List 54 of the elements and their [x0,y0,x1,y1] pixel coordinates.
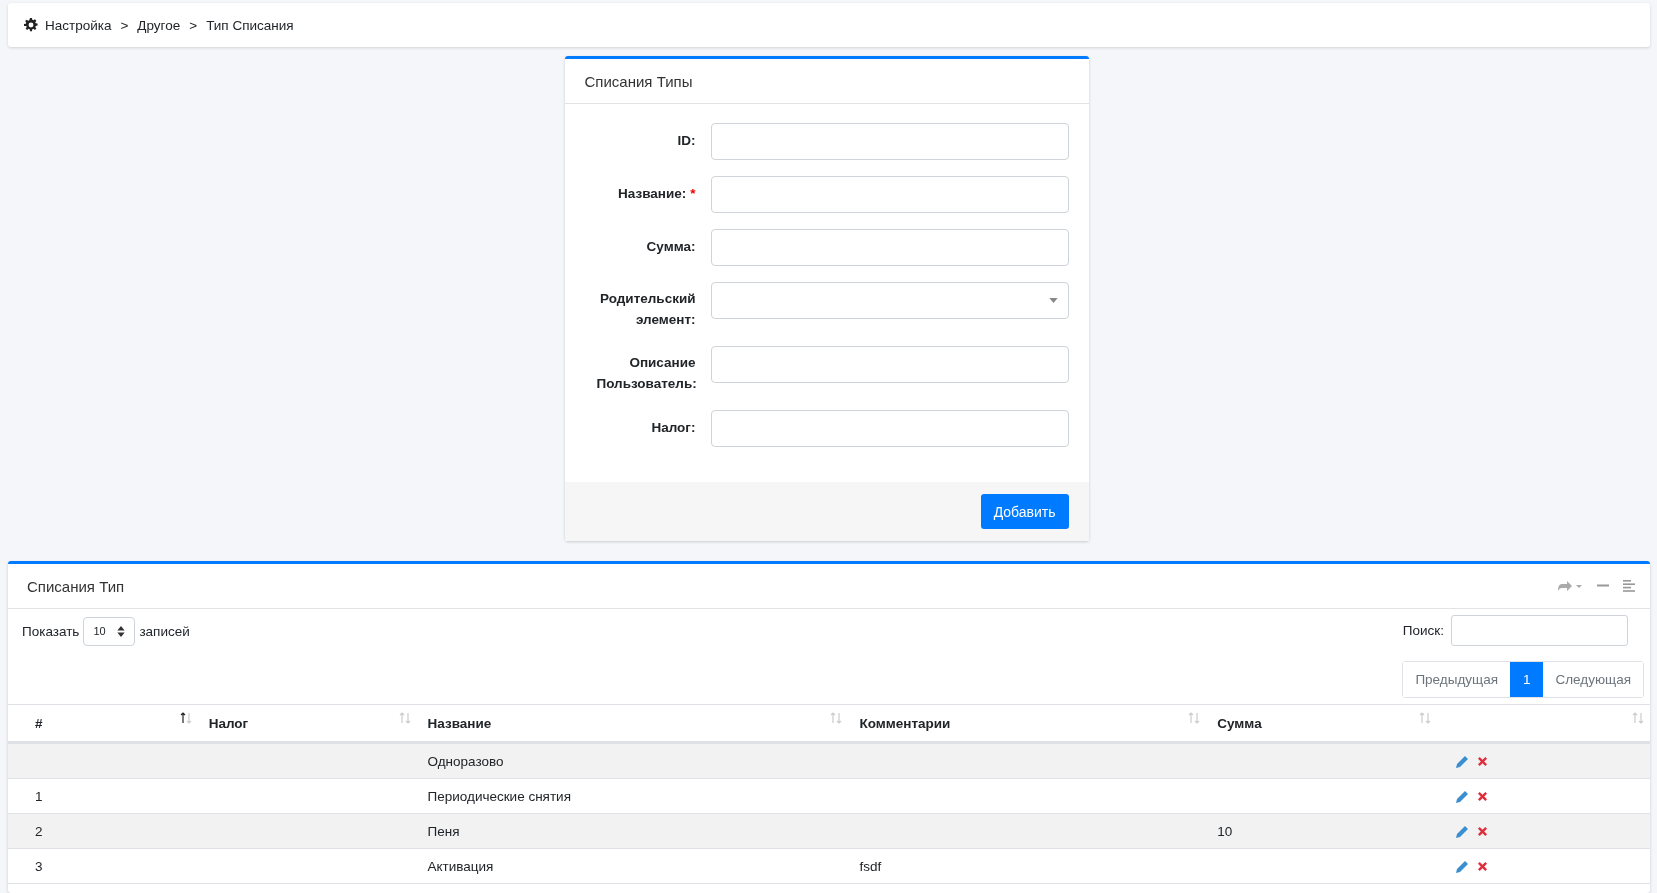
input-field[interactable] [710,123,1069,160]
caret-icon [1048,298,1058,303]
add-button[interactable]: Добавить [980,494,1069,529]
column-header[interactable]: Название [427,716,492,731]
search-label: Поиск: [1402,623,1444,638]
delete-icon[interactable] [1477,826,1489,838]
table-cell: Пеня [427,823,460,839]
input-field[interactable] [710,410,1069,447]
card-title: Списания Типы [584,72,693,90]
field-label: Родительский элемент: [599,290,697,329]
column-header[interactable]: # [35,716,43,731]
breadcrumb-separator: > [189,17,198,33]
input-field[interactable] [710,176,1069,213]
field-label: Название: * [617,185,697,203]
sort-icon[interactable] [179,712,192,724]
table-cell: Активация [427,858,494,874]
page-size-select[interactable]: 10 [83,616,136,646]
field-label: ID: [676,132,697,150]
menu-icon[interactable] [1623,580,1635,592]
table-cell: Одноразово [427,753,504,769]
delete-icon[interactable] [1477,756,1489,768]
breadcrumb-link[interactable]: Тип Списания [206,17,294,33]
pencil-icon[interactable] [1455,859,1470,874]
field-label: Описание Пользователь: [595,354,698,393]
entries-label: записей [139,623,190,639]
column-header[interactable]: Налог [208,716,249,731]
breadcrumb-link[interactable]: Другое [137,17,181,33]
table-cell: 1 [35,788,43,804]
breadcrumb-link[interactable]: Настройка [45,17,112,33]
breadcrumb-separator: > [120,17,129,33]
field-label: Налог: [650,419,697,437]
column-header[interactable]: Комментарии [859,716,951,731]
show-label: Показать [22,623,80,639]
card-title: Списания Тип [27,577,125,595]
table-cell: fsdf [859,858,882,874]
pencil-icon[interactable] [1455,824,1470,839]
input-field[interactable] [710,229,1069,266]
table-cell: Периодические снятия [427,788,571,804]
table-cell: 2 [35,823,43,839]
table-cell: 3 [35,858,43,874]
column-header[interactable]: Сумма [1217,716,1262,731]
search-field[interactable] [1451,615,1628,646]
sort-caret-icon [117,625,126,637]
select-field[interactable] [710,282,1069,319]
input-field[interactable] [710,346,1069,383]
table-cell: 10 [1217,823,1233,839]
gear-icon [24,18,38,32]
pencil-icon[interactable] [1455,754,1470,769]
delete-icon[interactable] [1477,861,1489,873]
pencil-icon[interactable] [1455,789,1470,804]
pagination-button[interactable]: 1 [1509,662,1544,697]
share-icon[interactable] [1557,579,1583,593]
delete-icon[interactable] [1477,791,1489,803]
field-label: Сумма: [645,238,697,256]
